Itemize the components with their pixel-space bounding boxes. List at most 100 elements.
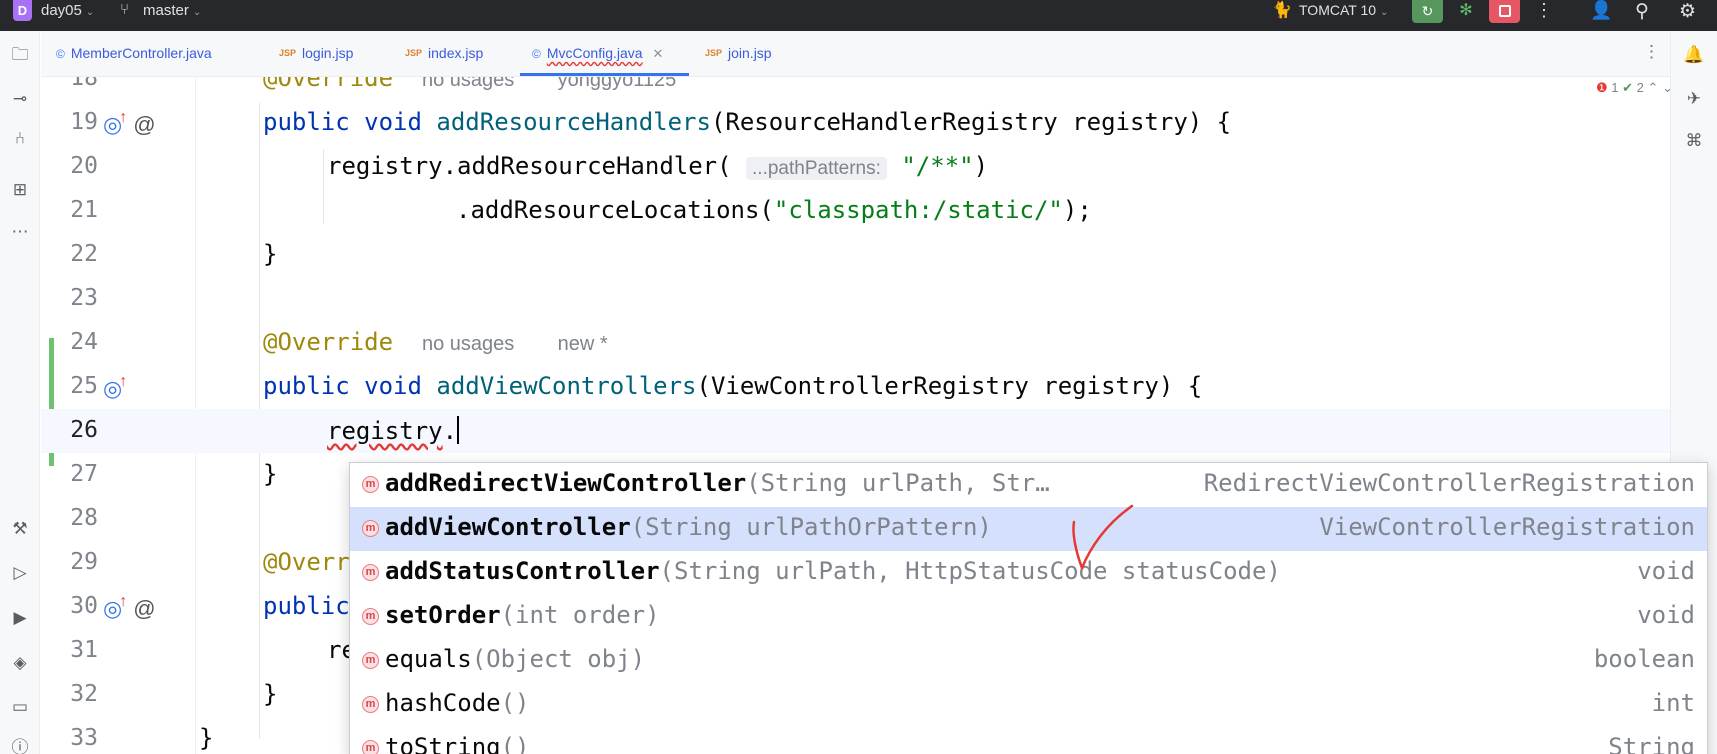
notifications-icon[interactable]: 🔔 xyxy=(1682,43,1706,67)
method-icon: m xyxy=(362,520,379,537)
completion-signature: equals(Object obj) xyxy=(385,645,646,673)
author-hint: new * xyxy=(557,333,608,355)
tab-label: login.jsp xyxy=(302,45,354,61)
override-gutter-icons[interactable]: ◎↑ @ xyxy=(103,593,156,622)
search-icon[interactable]: ⚲ xyxy=(1635,0,1649,23)
line-number: 22 xyxy=(70,241,98,267)
tab-label: index.jsp xyxy=(428,45,484,61)
project-selector[interactable]: day05 ⌄ xyxy=(41,2,94,19)
code-completion-popup[interactable]: m addRedirectViewController(String urlPa… xyxy=(349,462,1708,754)
completion-signature: addViewController(String urlPathOrPatter… xyxy=(385,513,992,541)
override-gutter-icons[interactable]: ◎↑ @ xyxy=(103,109,156,138)
completion-item-selected[interactable]: m addViewController(String urlPathOrPatt… xyxy=(350,507,1707,551)
code-line: 23 xyxy=(41,277,1670,321)
code-text: } xyxy=(263,460,278,488)
author-hint: yonggyo1125 xyxy=(557,77,677,91)
code-text[interactable]: registry. xyxy=(327,416,460,445)
folder-icon[interactable]: 🗀 xyxy=(8,43,32,67)
terminal-icon[interactable]: ▭ xyxy=(8,695,32,719)
left-tool-strip: 🗀 ⊸ ⑃ ⊞ ⋯ ⚒ ▷ ▶ ◈ ▭ ⓘ xyxy=(0,31,40,754)
problems-icon[interactable]: ⓘ xyxy=(8,736,32,754)
code-text: .addResourceLocations("classpath:/static… xyxy=(456,196,1092,224)
completion-return-type: ViewControllerRegistration xyxy=(1319,513,1695,541)
python-icon[interactable]: ⌘ xyxy=(1682,129,1706,153)
branch-selector[interactable]: master ⌄ xyxy=(143,2,201,19)
line-number: 28 xyxy=(70,505,98,531)
completion-item[interactable]: m setOrder(int order) void xyxy=(350,595,1707,639)
completion-return-type: RedirectViewControllerRegistration xyxy=(1203,469,1695,497)
completion-item[interactable]: m hashCode() int xyxy=(350,683,1707,727)
tab-index-jsp[interactable]: JSP index.jsp xyxy=(405,45,483,61)
tab-membercontroller[interactable]: © MemberController.java xyxy=(56,45,212,61)
java-class-icon: © xyxy=(532,47,541,61)
close-icon[interactable]: ✕ xyxy=(653,46,664,61)
copilot-icon[interactable]: ✈ xyxy=(1682,87,1706,111)
tab-label: join.jsp xyxy=(728,45,772,61)
rerun-button[interactable]: ↻ xyxy=(1412,0,1443,23)
code-line: 21 .addResourceLocations("classpath:/sta… xyxy=(41,189,1670,233)
error-squiggle-text: registry xyxy=(327,417,443,445)
services-icon[interactable]: ▷ xyxy=(8,561,32,585)
tab-label: MvcConfig.java xyxy=(546,45,643,61)
commit-icon[interactable]: ⊸ xyxy=(8,87,32,111)
active-tab-indicator xyxy=(520,73,689,76)
line-number: 23 xyxy=(70,285,98,311)
text-caret xyxy=(457,416,460,444)
jsp-file-icon: JSP xyxy=(405,48,423,58)
completion-item[interactable]: m addStatusController(String urlPath, Ht… xyxy=(350,551,1707,595)
completion-item[interactable]: m addRedirectViewController(String urlPa… xyxy=(350,463,1707,507)
stop-icon xyxy=(1498,5,1511,17)
build-icon[interactable]: ⚒ xyxy=(8,517,32,541)
parameter-hint: ...pathPatterns: xyxy=(746,157,887,180)
completion-item[interactable]: m equals(Object obj) boolean xyxy=(350,639,1707,683)
jsp-file-icon: JSP xyxy=(705,48,723,58)
line-number: 18 xyxy=(70,77,98,91)
code-with-me-icon[interactable]: 👤 xyxy=(1590,0,1612,21)
line-number: 26 xyxy=(70,417,98,443)
stop-button[interactable] xyxy=(1489,0,1520,23)
editor-tab-bar: © MemberController.java JSP login.jsp JSP i… xyxy=(41,31,1670,77)
completion-signature: addStatusController(String urlPath, Http… xyxy=(385,557,1281,585)
code-text: registry.addResourceHandler( ...pathPatt… xyxy=(327,152,989,180)
layers-icon[interactable]: ◈ xyxy=(8,651,32,675)
method-icon: m xyxy=(362,476,379,493)
code-line-current: 26 registry. xyxy=(41,409,1670,453)
gear-icon[interactable]: ⚙ xyxy=(1679,0,1696,23)
line-number: 25 xyxy=(70,373,98,399)
project-badge[interactable]: D xyxy=(13,0,32,21)
line-number: 19 xyxy=(70,109,98,135)
line-number: 21 xyxy=(70,197,98,223)
override-arrow-icon: ↑ xyxy=(119,373,128,390)
chevron-down-icon: ⌄ xyxy=(85,7,95,18)
line-number: 31 xyxy=(70,637,98,663)
run-icon[interactable]: ▶ xyxy=(8,606,32,630)
git-branch-icon: ⑂ xyxy=(120,1,130,18)
rerun-icon: ↻ xyxy=(1421,3,1434,19)
code-text: public xyxy=(263,592,350,620)
completion-return-type: String xyxy=(1608,733,1695,754)
jsp-file-icon: JSP xyxy=(279,48,297,58)
code-text: } xyxy=(263,680,278,708)
completion-item[interactable]: m toString() String xyxy=(350,727,1707,754)
completion-signature: setOrder(int order) xyxy=(385,601,660,629)
title-bar: D day05 ⌄ ⑂ master ⌄ 🐈 TOMCAT 10 ⌄ ↻ ✻ ⋮ 👤 … xyxy=(0,0,1717,31)
tab-options-icon[interactable]: ⋮ xyxy=(1643,42,1660,62)
more-actions-icon[interactable]: ⋮ xyxy=(1535,0,1553,21)
code-text: @Override no usages yonggyo1125 xyxy=(263,77,676,92)
structure-icon[interactable]: ⊞ xyxy=(8,178,32,202)
tomcat-icon: 🐈 xyxy=(1272,2,1292,19)
handdrawn-checkmark xyxy=(1072,504,1134,570)
run-configuration-selector[interactable]: TOMCAT 10 ⌄ xyxy=(1299,2,1388,18)
code-line: 22 } xyxy=(41,233,1670,277)
tab-join-jsp[interactable]: JSP join.jsp xyxy=(705,45,772,61)
line-number: 20 xyxy=(70,153,98,179)
pull-requests-icon[interactable]: ⑃ xyxy=(8,127,32,151)
tab-login-jsp[interactable]: JSP login.jsp xyxy=(279,45,353,61)
more-tools-icon[interactable]: ⋯ xyxy=(8,220,32,244)
annotation-icon: @ xyxy=(133,112,156,137)
override-gutter-icons[interactable]: ◎↑ xyxy=(103,373,127,402)
completion-return-type: void xyxy=(1637,601,1695,629)
debug-button[interactable]: ✻ xyxy=(1454,0,1478,23)
method-icon: m xyxy=(362,740,379,754)
tab-mvcconfig[interactable]: © MvcConfig.java ✕ xyxy=(532,45,663,62)
